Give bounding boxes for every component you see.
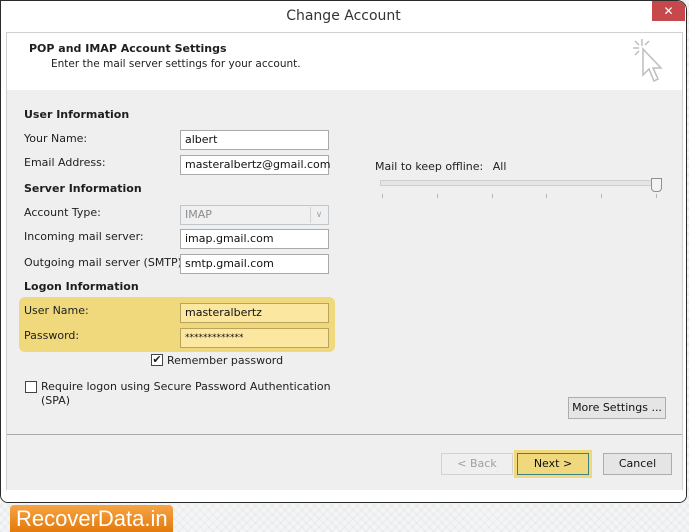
offline-slider-track[interactable] bbox=[380, 180, 657, 186]
account-type-select: IMAP ∨ bbox=[180, 205, 329, 225]
slider-tick bbox=[382, 194, 383, 198]
mail-offline-label: Mail to keep offline: All bbox=[375, 160, 506, 173]
outgoing-server-input[interactable]: smtp.gmail.com bbox=[180, 254, 329, 274]
email-address-input[interactable]: masteralbertz@gmail.com bbox=[180, 155, 331, 175]
server-information-heading: Server Information bbox=[24, 182, 142, 195]
mail-offline-value: All bbox=[492, 160, 507, 173]
remember-password-label: Remember password bbox=[167, 354, 284, 367]
password-label: Password: bbox=[24, 329, 80, 342]
close-icon: ✕ bbox=[663, 4, 674, 18]
cursor-click-icon bbox=[633, 39, 663, 83]
account-type-value: IMAP bbox=[185, 208, 212, 221]
window-title: Change Account bbox=[286, 8, 401, 24]
mail-offline-label-text: Mail to keep offline: bbox=[375, 160, 484, 173]
slider-tick bbox=[656, 194, 657, 198]
header-panel: POP and IMAP Account Settings Enter the … bbox=[6, 32, 683, 91]
email-address-label: Email Address: bbox=[24, 156, 106, 169]
slider-tick bbox=[492, 194, 493, 198]
password-input[interactable]: ************* bbox=[180, 328, 329, 348]
spa-label-line1: Require logon using Secure Password Auth… bbox=[41, 380, 331, 393]
incoming-server-input[interactable]: imap.gmail.com bbox=[180, 229, 329, 249]
outgoing-server-label: Outgoing mail server (SMTP): bbox=[24, 256, 186, 269]
username-input[interactable]: masteralbertz bbox=[180, 303, 329, 323]
your-name-label: Your Name: bbox=[24, 132, 88, 145]
your-name-input[interactable]: albert bbox=[180, 130, 329, 150]
back-button: < Back bbox=[441, 453, 513, 475]
settings-content: User Information Your Name: albert Email… bbox=[6, 90, 683, 490]
header-subtitle: Enter the mail server settings for your … bbox=[51, 58, 301, 70]
watermark-logo: RecoverData.in bbox=[10, 505, 173, 532]
spa-label-line2: (SPA) bbox=[41, 394, 71, 407]
cancel-button[interactable]: Cancel bbox=[603, 453, 672, 475]
username-label: User Name: bbox=[24, 304, 89, 317]
next-button[interactable]: Next > bbox=[517, 453, 589, 475]
logon-information-heading: Logon Information bbox=[24, 280, 139, 293]
slider-tick bbox=[601, 194, 602, 198]
header-title: POP and IMAP Account Settings bbox=[29, 42, 227, 55]
checkmark-icon: ✔ bbox=[152, 353, 162, 366]
offline-slider-thumb[interactable] bbox=[651, 178, 662, 192]
status-strip bbox=[1, 490, 686, 502]
slider-tick bbox=[437, 194, 438, 198]
change-account-dialog: Change Account ✕ POP and IMAP Account Se… bbox=[0, 0, 687, 503]
spa-checkbox[interactable] bbox=[25, 381, 37, 393]
title-bar: Change Account ✕ bbox=[1, 1, 686, 32]
account-type-label: Account Type: bbox=[24, 206, 101, 219]
remember-password-checkbox[interactable]: ✔ bbox=[151, 354, 163, 366]
more-settings-button[interactable]: More Settings ... bbox=[568, 397, 666, 419]
incoming-server-label: Incoming mail server: bbox=[24, 230, 144, 243]
close-button[interactable]: ✕ bbox=[652, 1, 685, 21]
footer-divider bbox=[7, 434, 682, 435]
chevron-down-icon: ∨ bbox=[310, 207, 327, 223]
slider-tick bbox=[546, 194, 547, 198]
user-information-heading: User Information bbox=[24, 108, 130, 121]
